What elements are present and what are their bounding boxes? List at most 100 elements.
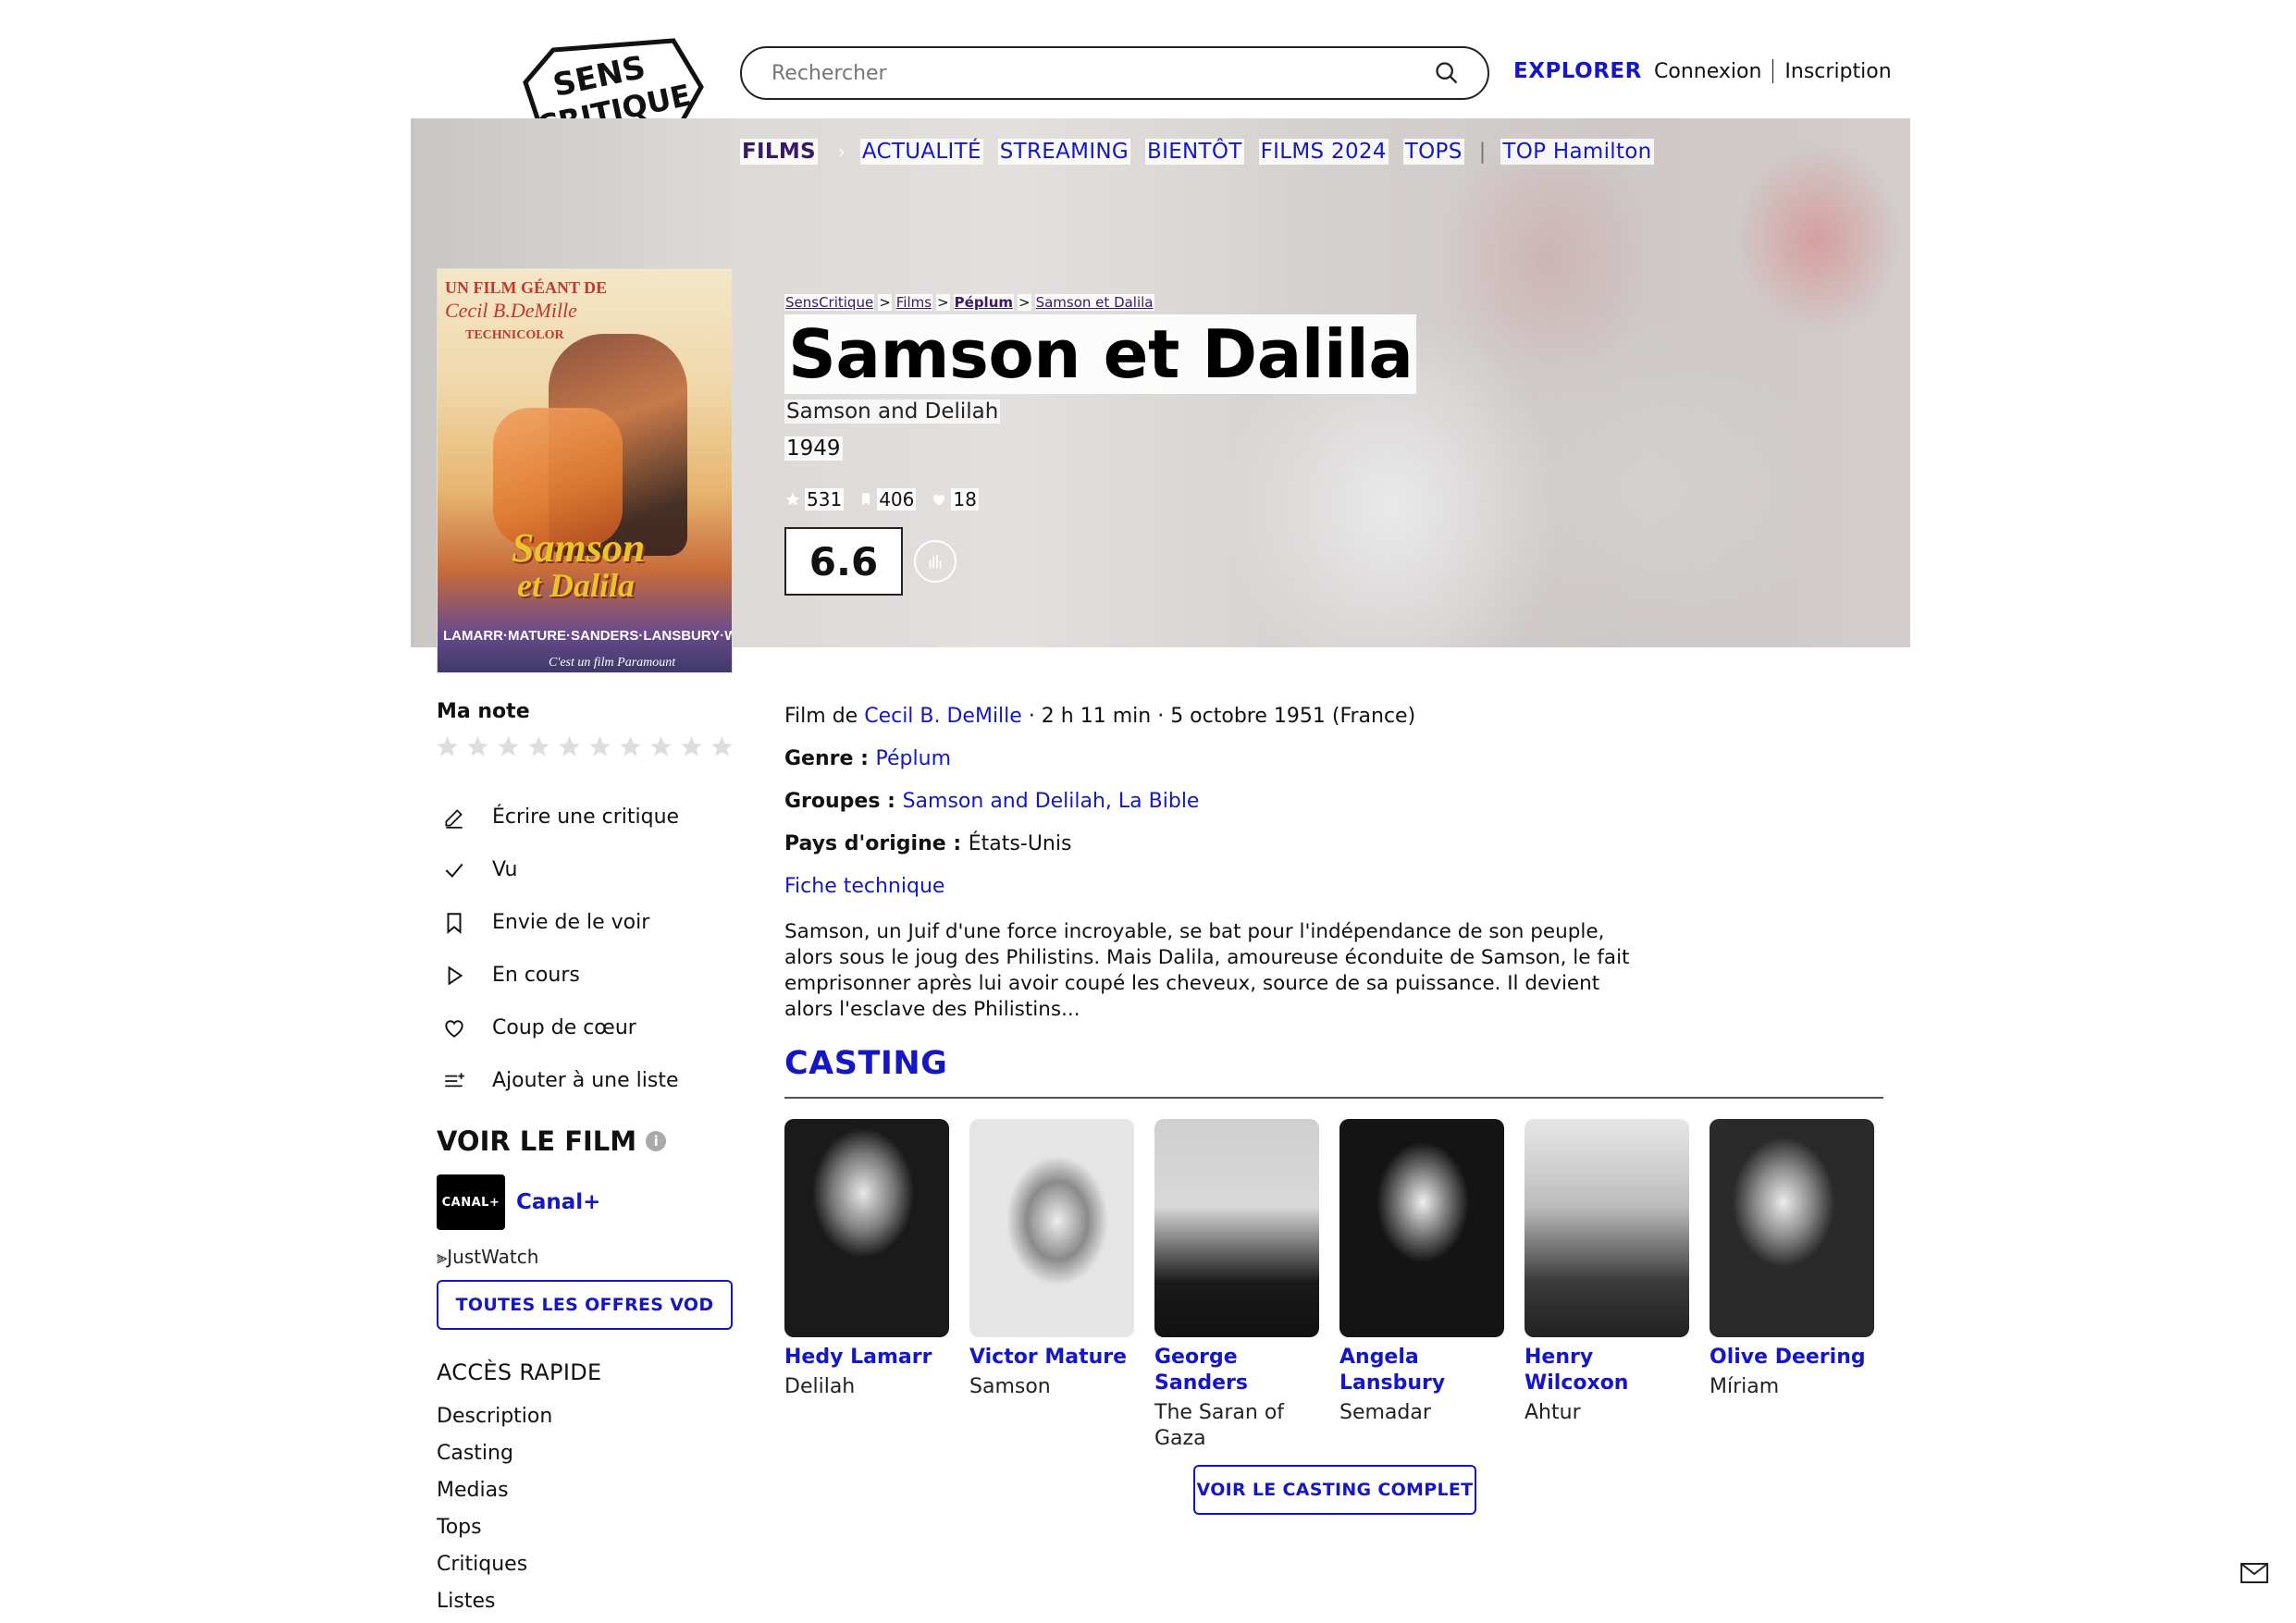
nav-bientot[interactable]: BIENTÔT — [1145, 139, 1244, 165]
actor-photo[interactable] — [784, 1119, 949, 1337]
justwatch-icon: ⫸ — [437, 1246, 448, 1268]
all-vod-offers-button[interactable]: TOUTES LES OFFRES VOD — [437, 1280, 733, 1330]
poster-technicolor: TECHNICOLOR — [465, 328, 564, 342]
quick-link-listes[interactable]: Listes — [437, 1583, 552, 1620]
search-input[interactable] — [770, 60, 1434, 86]
full-cast-button[interactable]: VOIR LE CASTING COMPLET — [1193, 1465, 1476, 1515]
breadcrumb-separator: > — [936, 294, 950, 311]
actor-photo[interactable] — [1524, 1119, 1689, 1337]
nav-films[interactable]: FILMS — [740, 139, 818, 165]
nav-actualite[interactable]: ACTUALITÉ — [859, 139, 983, 165]
actor-name[interactable]: Olive Deering — [1710, 1345, 1874, 1371]
actor-card[interactable]: Victor Mature Samson — [969, 1119, 1134, 1452]
nav-top-hamilton[interactable]: TOP Hamilton — [1500, 139, 1654, 165]
explorer-link[interactable]: EXPLORER — [1513, 59, 1642, 83]
actor-role: Ahtur — [1524, 1401, 1581, 1424]
tech-sheet-link[interactable]: Fiche technique — [784, 866, 1617, 908]
page-title: Samson et Dalila — [784, 314, 1417, 394]
login-link[interactable]: Connexion — [1654, 60, 1761, 83]
actor-card[interactable]: Angela Lansbury Semadar — [1339, 1119, 1504, 1452]
user-actions: Écrire une critique Vu Envie de le voir … — [442, 791, 747, 1107]
actor-photo[interactable] — [969, 1119, 1134, 1337]
list-add-icon — [445, 1072, 464, 1087]
auth-divider — [1772, 59, 1774, 83]
actor-name[interactable]: Angela Lansbury — [1339, 1345, 1504, 1396]
cast-list: Hedy Lamarr Delilah Victor Mature Samson… — [784, 1119, 1874, 1452]
original-title: Samson and Delilah — [784, 400, 1001, 424]
quick-link-critiques[interactable]: Critiques — [437, 1546, 552, 1583]
bookmark-icon — [862, 493, 870, 506]
breadcrumb: SensCritique > Films > Péplum > Samson e… — [784, 294, 1154, 311]
actor-photo[interactable] — [1154, 1119, 1319, 1337]
nav-tops[interactable]: TOPS — [1402, 139, 1464, 165]
breadcrumb-films[interactable]: Films — [895, 294, 933, 311]
justwatch-credit[interactable]: ⫸JustWatch — [437, 1246, 538, 1268]
actor-name[interactable]: Henry Wilcoxon — [1524, 1345, 1689, 1396]
star-icon[interactable] — [526, 734, 551, 759]
film-groups: Groupes : Samson and Delilah, La Bible — [784, 790, 1200, 813]
action-seen[interactable]: Vu — [442, 843, 747, 896]
star-icon[interactable] — [710, 734, 734, 759]
nav-divider: | — [1478, 140, 1487, 164]
rating-stars[interactable] — [435, 734, 734, 759]
action-favorite[interactable]: Coup de cœur — [442, 1002, 747, 1054]
provider-name[interactable]: Canal+ — [516, 1190, 600, 1214]
star-icon[interactable] — [587, 734, 612, 759]
breadcrumb-peplum[interactable]: Péplum — [953, 294, 1015, 311]
actor-name[interactable]: George Sanders — [1154, 1345, 1319, 1396]
groups-link[interactable]: Samson and Delilah, La Bible — [903, 790, 1200, 813]
streaming-provider[interactable]: CANAL+ Canal+ — [437, 1174, 600, 1230]
actor-role: Míriam — [1710, 1375, 1780, 1398]
director-link[interactable]: Cecil B. DeMille — [864, 705, 1022, 728]
quick-link-description[interactable]: Description — [437, 1398, 552, 1435]
search-bar[interactable] — [740, 46, 1489, 100]
actor-card[interactable]: Hedy Lamarr Delilah — [784, 1119, 949, 1452]
stat-favorites: 18 — [931, 488, 979, 510]
actor-role: Semadar — [1339, 1401, 1431, 1424]
bar-chart-icon — [929, 554, 942, 569]
actor-name[interactable]: Victor Mature — [969, 1345, 1134, 1371]
rating-distribution-button[interactable] — [914, 540, 957, 583]
breadcrumb-current[interactable]: Samson et Dalila — [1034, 294, 1154, 311]
poster-tagline: UN FILM GÉANT DE — [445, 278, 608, 297]
star-icon[interactable] — [618, 734, 643, 759]
star-icon[interactable] — [435, 734, 460, 759]
action-write-review[interactable]: Écrire une critique — [442, 791, 747, 843]
stat-ratings: 531 — [784, 488, 845, 510]
quick-link-casting[interactable]: Casting — [437, 1435, 552, 1472]
actor-card[interactable]: Henry Wilcoxon Ahtur — [1524, 1119, 1689, 1452]
breadcrumb-senscritique[interactable]: SensCritique — [784, 294, 875, 311]
actor-photo[interactable] — [1339, 1119, 1504, 1337]
quick-access-list: Description Casting Medias Tops Critique… — [437, 1398, 552, 1620]
star-icon — [785, 492, 800, 506]
film-stats: 531 406 18 — [784, 488, 979, 510]
actor-card[interactable]: Olive Deering Míriam — [1710, 1119, 1874, 1452]
genre-link[interactable]: Péplum — [876, 747, 951, 770]
actor-card[interactable]: George Sanders The Saran of Gaza — [1154, 1119, 1319, 1452]
action-add-to-list[interactable]: Ajouter à une liste — [442, 1054, 747, 1107]
signup-link[interactable]: Inscription — [1784, 60, 1891, 83]
nav-films-2024[interactable]: FILMS 2024 — [1258, 139, 1389, 165]
star-icon[interactable] — [679, 734, 704, 759]
breadcrumb-separator: > — [1018, 294, 1031, 311]
actor-photo[interactable] — [1710, 1119, 1874, 1337]
actor-name[interactable]: Hedy Lamarr — [784, 1345, 949, 1371]
search-icon[interactable] — [1434, 60, 1460, 86]
mail-icon[interactable] — [2240, 1563, 2268, 1583]
quick-link-medias[interactable]: Medias — [437, 1472, 552, 1509]
my-rating-label: Ma note — [437, 700, 530, 723]
stat-wishlist: 406 — [858, 488, 917, 510]
poster-cast: LAMARR·MATURE·SANDERS·LANSBURY·WILCOXON — [443, 628, 732, 644]
action-in-progress[interactable]: En cours — [442, 949, 747, 1002]
nav-streaming[interactable]: STREAMING — [997, 139, 1131, 165]
star-icon[interactable] — [496, 734, 521, 759]
quick-access-title: ACCÈS RAPIDE — [437, 1359, 602, 1385]
star-icon[interactable] — [465, 734, 490, 759]
action-wishlist[interactable]: Envie de le voir — [442, 896, 747, 949]
star-icon[interactable] — [648, 734, 673, 759]
actor-role: Delilah — [784, 1375, 856, 1398]
info-icon[interactable]: i — [646, 1131, 667, 1151]
quick-link-tops[interactable]: Tops — [437, 1509, 552, 1546]
star-icon[interactable] — [557, 734, 582, 759]
film-poster[interactable]: UN FILM GÉANT DE Cecil B.DeMille TECHNIC… — [437, 268, 733, 673]
